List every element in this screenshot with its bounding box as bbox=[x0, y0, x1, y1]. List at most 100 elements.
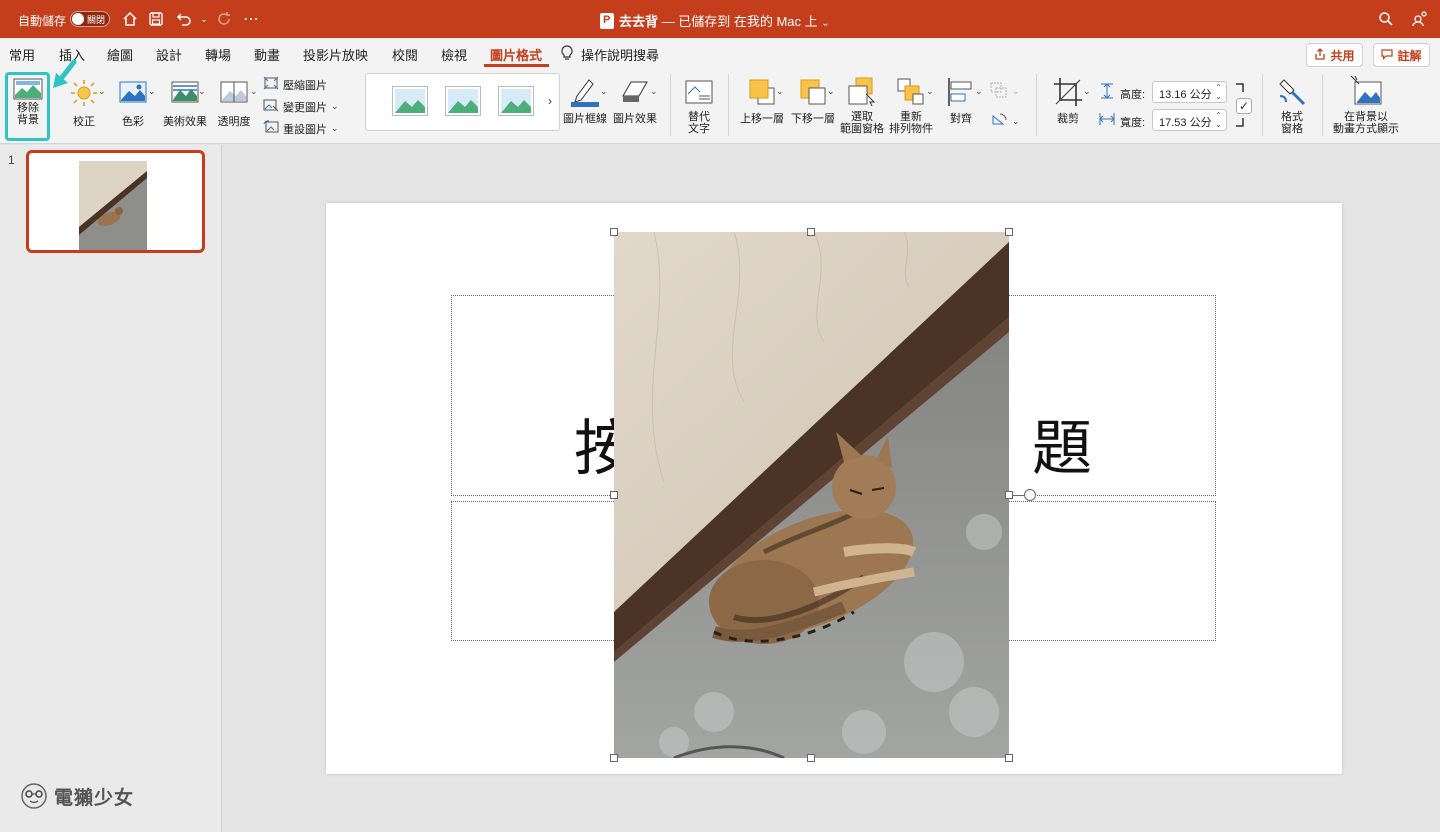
reset-picture-button[interactable]: 重設圖片 ⌄ bbox=[263, 120, 339, 137]
selection-pane-button[interactable]: 選取 範圍窗格 bbox=[840, 76, 884, 135]
picture-styles-gallery[interactable]: › bbox=[365, 73, 560, 131]
change-picture-chevron-icon: ⌄ bbox=[331, 101, 339, 111]
tab-animations[interactable]: 動畫 bbox=[254, 45, 280, 64]
selection-pane-label-2: 範圍窗格 bbox=[840, 123, 884, 135]
ribbon-separator bbox=[728, 74, 729, 136]
crop-chevron-icon[interactable]: ⌄ bbox=[1083, 86, 1091, 97]
transparency-chevron-icon[interactable]: ⌄ bbox=[250, 86, 258, 97]
remove-background-icon bbox=[13, 78, 43, 100]
autosave-toggle[interactable]: 關閉 bbox=[70, 11, 110, 27]
rotate-button[interactable]: ⌄ bbox=[990, 112, 1020, 131]
align-button[interactable]: 對齊 bbox=[940, 76, 982, 125]
undo-icon[interactable] bbox=[174, 9, 194, 29]
remove-background-label-1: 移除 bbox=[17, 102, 39, 114]
selection-pane-label-1: 選取 bbox=[851, 111, 873, 123]
picture-effects-icon bbox=[622, 81, 648, 102]
comments-button[interactable]: 註解 bbox=[1373, 43, 1430, 67]
otter-mascot-icon bbox=[21, 783, 47, 809]
compress-pictures-button[interactable]: 壓縮圖片 bbox=[263, 76, 327, 93]
change-picture-button[interactable]: 變更圖片 ⌄ bbox=[263, 98, 339, 115]
group-button[interactable]: ⌄ bbox=[990, 82, 1020, 101]
more-icon[interactable]: ⋯ bbox=[241, 9, 261, 29]
transparency-label: 透明度 bbox=[217, 116, 251, 128]
tab-design[interactable]: 設計 bbox=[156, 45, 182, 64]
resize-handle-se[interactable] bbox=[1005, 754, 1013, 762]
tab-slideshow[interactable]: 投影片放映 bbox=[303, 45, 368, 64]
crop-button[interactable]: 裁剪 bbox=[1046, 76, 1090, 125]
share-label: 共用 bbox=[1330, 48, 1355, 63]
rotate-handle[interactable] bbox=[1024, 489, 1036, 501]
picture-border-button[interactable]: 圖片框線 bbox=[562, 76, 608, 125]
height-field[interactable]: 13.16 公分 ⌃ ⌄ bbox=[1152, 81, 1227, 103]
tab-home[interactable]: 常用 bbox=[9, 45, 35, 64]
bring-forward-chevron-icon[interactable]: ⌄ bbox=[776, 86, 784, 97]
slide-thumbnail[interactable] bbox=[26, 150, 205, 253]
sun-icon bbox=[71, 80, 97, 106]
ribbon-tabs: 常用 插入 繪圖 設計 轉場 動畫 投影片放映 校閱 檢視 圖片格式 操作說明搜… bbox=[0, 38, 1440, 68]
resize-handle-ne[interactable] bbox=[1005, 228, 1013, 236]
picture-border-chevron-icon[interactable]: ⌄ bbox=[600, 86, 608, 97]
resize-handle-sw[interactable] bbox=[610, 754, 618, 762]
help-search[interactable]: 操作說明搜尋 bbox=[581, 45, 659, 64]
format-pane-label-2: 窗格 bbox=[1281, 123, 1303, 135]
change-picture-icon bbox=[263, 98, 279, 115]
home-icon[interactable] bbox=[120, 9, 140, 29]
resize-handle-nw[interactable] bbox=[610, 228, 618, 236]
undo-dropdown-chevron-icon[interactable]: ⌄ bbox=[194, 9, 214, 29]
resize-handle-s[interactable] bbox=[807, 754, 815, 762]
send-backward-chevron-icon[interactable]: ⌄ bbox=[827, 86, 835, 97]
picture-effects-label: 圖片效果 bbox=[613, 113, 657, 125]
align-left-icon bbox=[948, 78, 972, 106]
lightbulb-icon bbox=[560, 44, 574, 62]
rearrange-label-2: 排列物件 bbox=[889, 123, 933, 135]
cat-photo[interactable] bbox=[614, 232, 1009, 758]
title-chevron-icon[interactable]: ⌄ bbox=[821, 18, 829, 29]
width-value: 17.53 公分 bbox=[1159, 117, 1212, 129]
redo-icon[interactable] bbox=[214, 9, 234, 29]
picture-effects-chevron-icon[interactable]: ⌄ bbox=[650, 86, 658, 97]
animate-as-background-button[interactable]: 在背景以 動畫方式顯示 bbox=[1328, 74, 1404, 135]
tab-picture-format[interactable]: 圖片格式 bbox=[490, 45, 542, 64]
compress-label: 壓縮圖片 bbox=[283, 79, 327, 92]
width-stepper-icon[interactable]: ⌃ ⌄ bbox=[1215, 111, 1222, 129]
height-value: 13.16 公分 bbox=[1159, 89, 1212, 101]
artistic-effects-chevron-icon[interactable]: ⌄ bbox=[198, 86, 206, 97]
tab-view[interactable]: 檢視 bbox=[441, 45, 467, 64]
share-button[interactable]: 共用 bbox=[1306, 43, 1363, 67]
align-chevron-icon[interactable]: ⌄ bbox=[975, 86, 983, 97]
save-icon[interactable] bbox=[146, 9, 166, 29]
picture-style-2[interactable] bbox=[445, 86, 481, 116]
color-chevron-icon[interactable]: ⌄ bbox=[148, 86, 156, 97]
search-icon[interactable] bbox=[1376, 9, 1396, 29]
format-pane-button[interactable]: 格式 窗格 bbox=[1270, 76, 1314, 135]
tab-transitions[interactable]: 轉場 bbox=[205, 45, 231, 64]
resize-handle-w[interactable] bbox=[610, 491, 618, 499]
share-people-icon[interactable] bbox=[1410, 9, 1430, 29]
crop-label: 裁剪 bbox=[1057, 113, 1079, 125]
watermark-text: 電獺少女 bbox=[54, 787, 135, 809]
height-stepper-icon[interactable]: ⌃ ⌄ bbox=[1215, 83, 1222, 101]
corrections-chevron-icon[interactable]: ⌄ bbox=[98, 86, 106, 97]
rearrange-icon bbox=[897, 78, 924, 105]
lock-aspect-checkbox[interactable]: ✓ bbox=[1236, 98, 1252, 114]
rearrange-objects-button[interactable]: 重新 排列物件 bbox=[888, 76, 934, 135]
resize-handle-e[interactable] bbox=[1005, 491, 1013, 499]
gallery-more-chevron-icon[interactable]: › bbox=[548, 94, 552, 108]
color-label: 色彩 bbox=[122, 116, 144, 128]
format-pane-label-1: 格式 bbox=[1281, 111, 1303, 123]
slide[interactable]: 按題 bbox=[326, 203, 1342, 774]
bring-forward-button[interactable]: 上移一層 bbox=[738, 76, 786, 125]
remove-background-button[interactable]: 移除 背景 bbox=[8, 76, 48, 126]
rearrange-chevron-icon[interactable]: ⌄ bbox=[926, 86, 934, 97]
picture-style-1[interactable] bbox=[392, 86, 428, 116]
width-field[interactable]: 17.53 公分 ⌃ ⌄ bbox=[1152, 109, 1227, 131]
picture-style-3[interactable] bbox=[498, 86, 534, 116]
alt-text-button[interactable]: 替代 文字 bbox=[680, 78, 718, 135]
tab-review[interactable]: 校閱 bbox=[392, 45, 418, 64]
crop-icon bbox=[1054, 78, 1082, 106]
picture-effects-button[interactable]: 圖片效果 bbox=[612, 76, 658, 125]
send-backward-button[interactable]: 下移一層 bbox=[789, 76, 837, 125]
resize-handle-n[interactable] bbox=[807, 228, 815, 236]
tab-draw[interactable]: 繪圖 bbox=[107, 45, 133, 64]
slide-number: 1 bbox=[8, 153, 15, 167]
